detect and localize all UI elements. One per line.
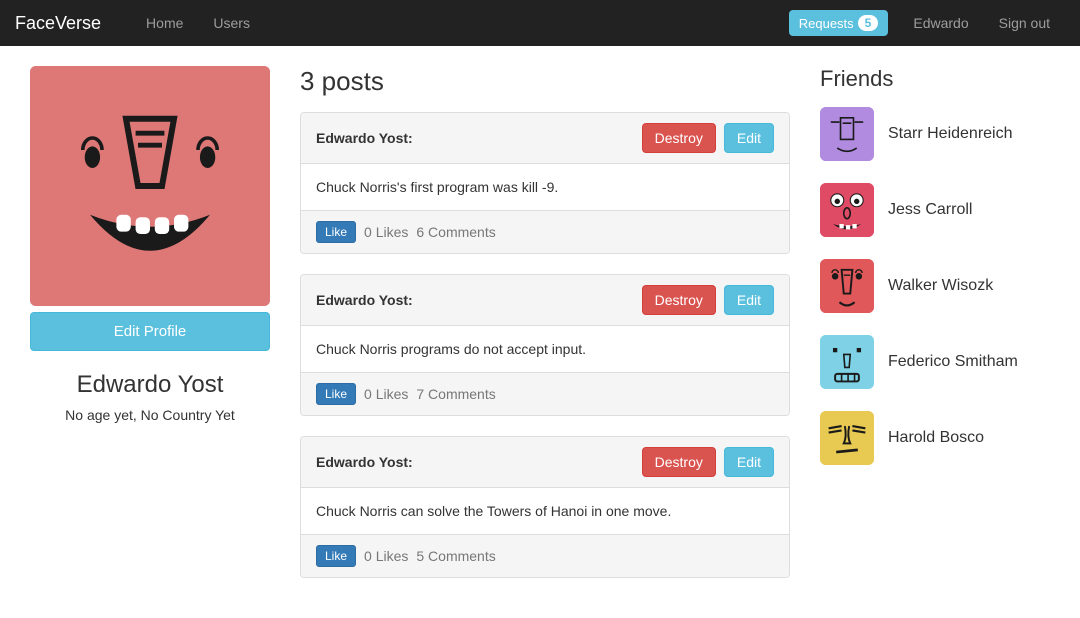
comment-count[interactable]: 6 Comments bbox=[416, 224, 495, 240]
navbar-right: Requests 5 Edwardo Sign out bbox=[789, 2, 1065, 44]
post-body: Chuck Norris can solve the Towers of Han… bbox=[301, 488, 789, 534]
post-body: Chuck Norris's first program was kill -9… bbox=[301, 164, 789, 210]
edit-profile-button[interactable]: Edit Profile bbox=[30, 312, 270, 351]
destroy-button[interactable]: Destroy bbox=[642, 123, 716, 153]
nav-users[interactable]: Users bbox=[198, 2, 265, 44]
like-button[interactable]: Like bbox=[316, 383, 356, 405]
post-footer: Like 0 Likes 7 Comments bbox=[301, 372, 789, 415]
friend-name[interactable]: Jess Carroll bbox=[888, 200, 972, 219]
friend-name[interactable]: Starr Heidenreich bbox=[888, 124, 1013, 143]
brand[interactable]: FaceVerse bbox=[15, 13, 116, 34]
like-count: 0 Likes bbox=[364, 224, 408, 240]
friend-name[interactable]: Harold Bosco bbox=[888, 428, 984, 447]
destroy-button[interactable]: Destroy bbox=[642, 447, 716, 477]
post-heading: Edwardo Yost: Destroy Edit bbox=[301, 113, 789, 164]
profile-subtext: No age yet, No Country Yet bbox=[30, 407, 270, 423]
post-actions: Destroy Edit bbox=[642, 285, 774, 315]
like-count: 0 Likes bbox=[364, 386, 408, 402]
nav-home[interactable]: Home bbox=[131, 2, 198, 44]
friend-avatar[interactable] bbox=[820, 411, 874, 465]
edit-button[interactable]: Edit bbox=[724, 285, 774, 315]
requests-button[interactable]: Requests 5 bbox=[789, 10, 889, 36]
destroy-button[interactable]: Destroy bbox=[642, 285, 716, 315]
like-button[interactable]: Like bbox=[316, 545, 356, 567]
requests-badge: 5 bbox=[858, 15, 879, 31]
post-body: Chuck Norris programs do not accept inpu… bbox=[301, 326, 789, 372]
post-heading: Edwardo Yost: Destroy Edit bbox=[301, 437, 789, 488]
edit-button[interactable]: Edit bbox=[724, 123, 774, 153]
post-footer: Like 0 Likes 6 Comments bbox=[301, 210, 789, 253]
posts-heading: 3 posts bbox=[300, 66, 790, 97]
post-panel: Edwardo Yost: Destroy Edit Chuck Norris'… bbox=[300, 112, 790, 254]
post-author: Edwardo Yost: bbox=[316, 454, 413, 470]
friend-row: Harold Bosco bbox=[820, 411, 1050, 465]
post-actions: Destroy Edit bbox=[642, 447, 774, 477]
friend-name[interactable]: Walker Wisozk bbox=[888, 276, 993, 295]
like-count: 0 Likes bbox=[364, 548, 408, 564]
post-panel: Edwardo Yost: Destroy Edit Chuck Norris … bbox=[300, 274, 790, 416]
nav-signout[interactable]: Sign out bbox=[984, 2, 1065, 44]
navbar: FaceVerse Home Users Requests 5 Edwardo … bbox=[0, 0, 1080, 46]
friends-heading: Friends bbox=[820, 66, 1050, 92]
comment-count[interactable]: 5 Comments bbox=[416, 548, 495, 564]
like-button[interactable]: Like bbox=[316, 221, 356, 243]
friend-row: Jess Carroll bbox=[820, 183, 1050, 237]
friend-avatar[interactable] bbox=[820, 107, 874, 161]
profile-sidebar: Edit Profile Edwardo Yost No age yet, No… bbox=[30, 66, 270, 598]
friend-avatar[interactable] bbox=[820, 259, 874, 313]
main-container: Edit Profile Edwardo Yost No age yet, No… bbox=[0, 46, 1080, 618]
friend-row: Federico Smitham bbox=[820, 335, 1050, 389]
friends-sidebar: Friends Starr Heidenreich Jess Carroll W… bbox=[820, 66, 1050, 598]
friend-row: Walker Wisozk bbox=[820, 259, 1050, 313]
posts-column: 3 posts Edwardo Yost: Destroy Edit Chuck… bbox=[300, 66, 790, 598]
profile-name: Edwardo Yost bbox=[30, 371, 270, 399]
profile-avatar bbox=[30, 66, 270, 306]
comment-count[interactable]: 7 Comments bbox=[416, 386, 495, 402]
friend-name[interactable]: Federico Smitham bbox=[888, 352, 1018, 371]
post-panel: Edwardo Yost: Destroy Edit Chuck Norris … bbox=[300, 436, 790, 578]
post-author: Edwardo Yost: bbox=[316, 130, 413, 146]
post-heading: Edwardo Yost: Destroy Edit bbox=[301, 275, 789, 326]
navbar-left: FaceVerse Home Users bbox=[15, 2, 265, 44]
friend-avatar[interactable] bbox=[820, 183, 874, 237]
edit-button[interactable]: Edit bbox=[724, 447, 774, 477]
avatar-face-icon bbox=[30, 66, 270, 306]
requests-label: Requests bbox=[799, 16, 854, 31]
friend-avatar[interactable] bbox=[820, 335, 874, 389]
friend-row: Starr Heidenreich bbox=[820, 107, 1050, 161]
post-actions: Destroy Edit bbox=[642, 123, 774, 153]
nav-current-user[interactable]: Edwardo bbox=[898, 2, 983, 44]
post-author: Edwardo Yost: bbox=[316, 292, 413, 308]
post-footer: Like 0 Likes 5 Comments bbox=[301, 534, 789, 577]
